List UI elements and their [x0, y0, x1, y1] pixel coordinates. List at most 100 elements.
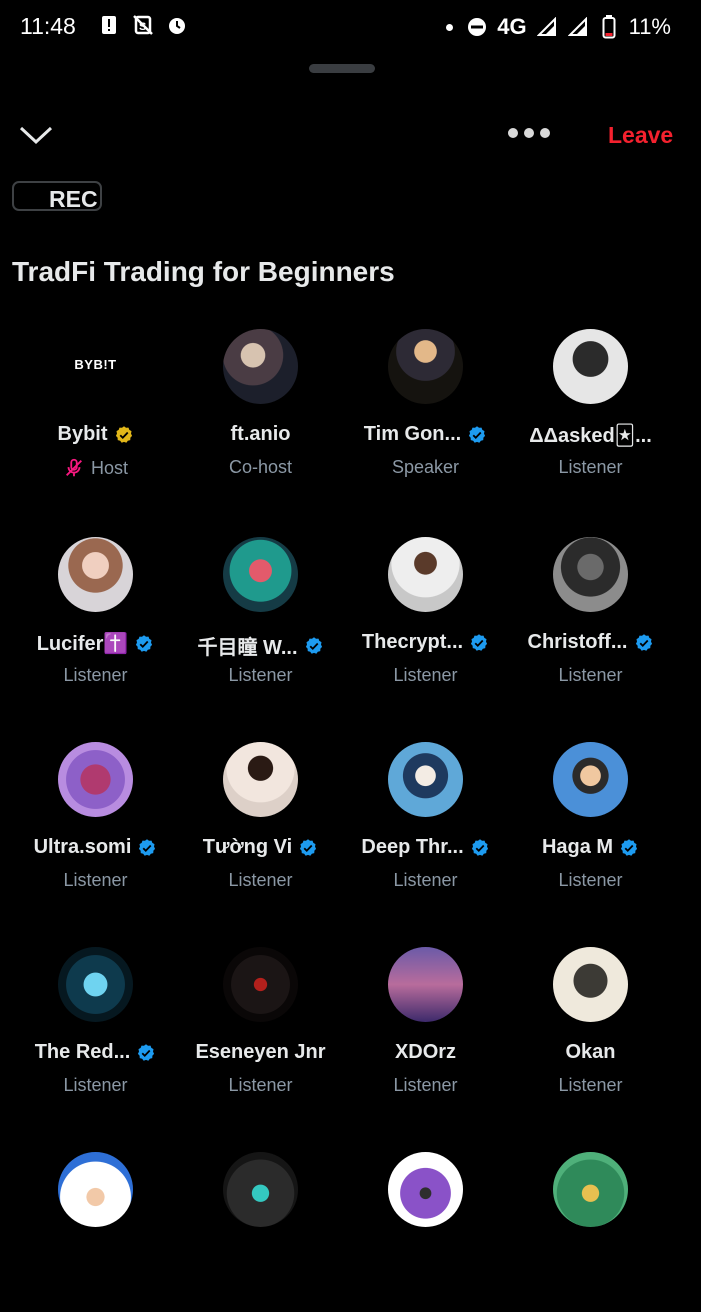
participant-role-row: Listener [508, 457, 673, 478]
avatar[interactable] [388, 1152, 463, 1227]
avatar[interactable] [58, 947, 133, 1022]
participant-name-row: Christoff... [508, 631, 673, 654]
status-bar: 11:48 S 4G 11% [0, 0, 701, 54]
avatar[interactable] [223, 329, 298, 404]
participant-role: Speaker [391, 457, 460, 477]
participant-role-row: Co-host [178, 457, 343, 478]
avatar[interactable] [388, 537, 463, 612]
participant-name-row: Lucifer✝️ [13, 631, 178, 656]
verified-badge-icon [298, 838, 318, 858]
avatar[interactable] [553, 947, 628, 1022]
participant-name-row: Haga M [508, 836, 673, 859]
avatar[interactable] [553, 537, 628, 612]
participant-name: Christoff... [527, 631, 628, 653]
avatar[interactable] [223, 947, 298, 1022]
participant-role-row: Host [13, 457, 178, 479]
participant-6[interactable]: 千目瞳 W... Listener [178, 537, 343, 697]
participant-name: Bybit [57, 423, 108, 445]
rec-label: REC [49, 186, 98, 212]
avatar[interactable] [223, 537, 298, 612]
avatar[interactable] [58, 742, 133, 817]
avatar[interactable] [388, 742, 463, 817]
participant-role: Host [90, 457, 128, 478]
participant-name-row: XDOrz [343, 1041, 508, 1064]
participant-17[interactable] [13, 1152, 178, 1312]
participant-name-row: Eseneyen Jnr [178, 1041, 343, 1064]
participant-role-row: Listener [508, 1075, 673, 1096]
participant-2[interactable]: ft.anio Co-host [178, 329, 343, 489]
avatar[interactable]: BYB!T [58, 329, 133, 404]
more-dots-icon[interactable] [508, 128, 550, 138]
participant-10[interactable]: Tường Vi Listener [178, 742, 343, 902]
participant-name-row: Bybit [13, 423, 178, 446]
participant-role: Co-host [228, 457, 293, 477]
muted-mic-icon [63, 457, 85, 479]
participant-15[interactable]: XDOrz Listener [343, 947, 508, 1107]
avatar[interactable] [388, 947, 463, 1022]
participant-role: Listener [63, 870, 128, 890]
verified-badge-icon [469, 633, 489, 653]
participant-name: Deep Thr... [361, 836, 464, 858]
avatar[interactable] [553, 1152, 628, 1227]
participant-name: Lucifer✝️ [36, 633, 129, 655]
avatar[interactable] [58, 537, 133, 612]
participant-5[interactable]: Lucifer✝️ Listener [13, 537, 178, 697]
participant-role: Listener [228, 1075, 293, 1095]
battery-icon [598, 15, 620, 39]
chevron-down-icon[interactable] [18, 122, 54, 150]
avatar[interactable] [223, 742, 298, 817]
leave-button[interactable]: Leave [608, 122, 673, 149]
avatar[interactable] [553, 329, 628, 404]
avatar[interactable] [553, 742, 628, 817]
participant-7[interactable]: Thecrypt... Listener [343, 537, 508, 697]
participant-role-row: Listener [13, 665, 178, 686]
participant-8[interactable]: Christoff... Listener [508, 537, 673, 697]
participant-name: ΔΔasked🃏... [529, 425, 652, 447]
alert-icon [98, 14, 120, 36]
participant-1[interactable]: BYB!T Bybit Host [13, 329, 178, 489]
participant-19[interactable] [343, 1152, 508, 1312]
participant-name-row: Tường Vi [178, 836, 343, 859]
participant-name-row: The Red... [13, 1041, 178, 1064]
participant-name-row: Thecrypt... [343, 631, 508, 654]
participant-name-row: Okan [508, 1041, 673, 1064]
participant-12[interactable]: Haga M Listener [508, 742, 673, 902]
participant-name-row: 千目瞳 W... [178, 631, 343, 660]
rec-badge: REC [12, 181, 102, 212]
bybit-logo: BYB!T [74, 357, 117, 372]
participant-role: Listener [63, 665, 128, 685]
participant-16[interactable]: Okan Listener [508, 947, 673, 1107]
participant-role: Listener [558, 665, 623, 685]
participant-13[interactable]: The Red... Listener [13, 947, 178, 1107]
participant-role: Listener [393, 870, 458, 890]
participant-role-row: Listener [343, 870, 508, 891]
avatar[interactable] [58, 1152, 133, 1227]
participant-18[interactable] [178, 1152, 343, 1312]
dot-icon [446, 23, 454, 31]
participant-role: Listener [228, 870, 293, 890]
participant-20[interactable] [508, 1152, 673, 1312]
participant-name: Haga M [541, 836, 614, 858]
verified-badge-icon [304, 636, 324, 656]
participant-name: Ultra.somi [33, 836, 132, 858]
do-not-disturb-icon [466, 16, 488, 38]
participant-name: 千目瞳 W... [197, 637, 298, 659]
participant-3[interactable]: Tim Gon... Speaker [343, 329, 508, 489]
participant-role: Listener [558, 870, 623, 890]
participant-role: Listener [558, 457, 623, 477]
avatar[interactable] [223, 1152, 298, 1227]
participant-name: Okan [565, 1041, 616, 1063]
participant-name: The Red... [34, 1041, 131, 1063]
space-title: TradFi Trading for Beginners [12, 256, 395, 287]
network-type: 4G [497, 14, 527, 39]
avatar[interactable] [388, 329, 463, 404]
sheet-drag-handle[interactable] [309, 64, 375, 73]
participant-name-row: Ultra.somi [13, 836, 178, 859]
participant-11[interactable]: Deep Thr... Listener [343, 742, 508, 902]
participant-9[interactable]: Ultra.somi Listener [13, 742, 178, 902]
participant-4[interactable]: ΔΔasked🃏... Listener [508, 329, 673, 489]
participant-14[interactable]: Eseneyen Jnr Listener [178, 947, 343, 1107]
participant-role: Listener [63, 1075, 128, 1095]
participant-role: Listener [393, 665, 458, 685]
participant-role-row: Listener [508, 870, 673, 891]
